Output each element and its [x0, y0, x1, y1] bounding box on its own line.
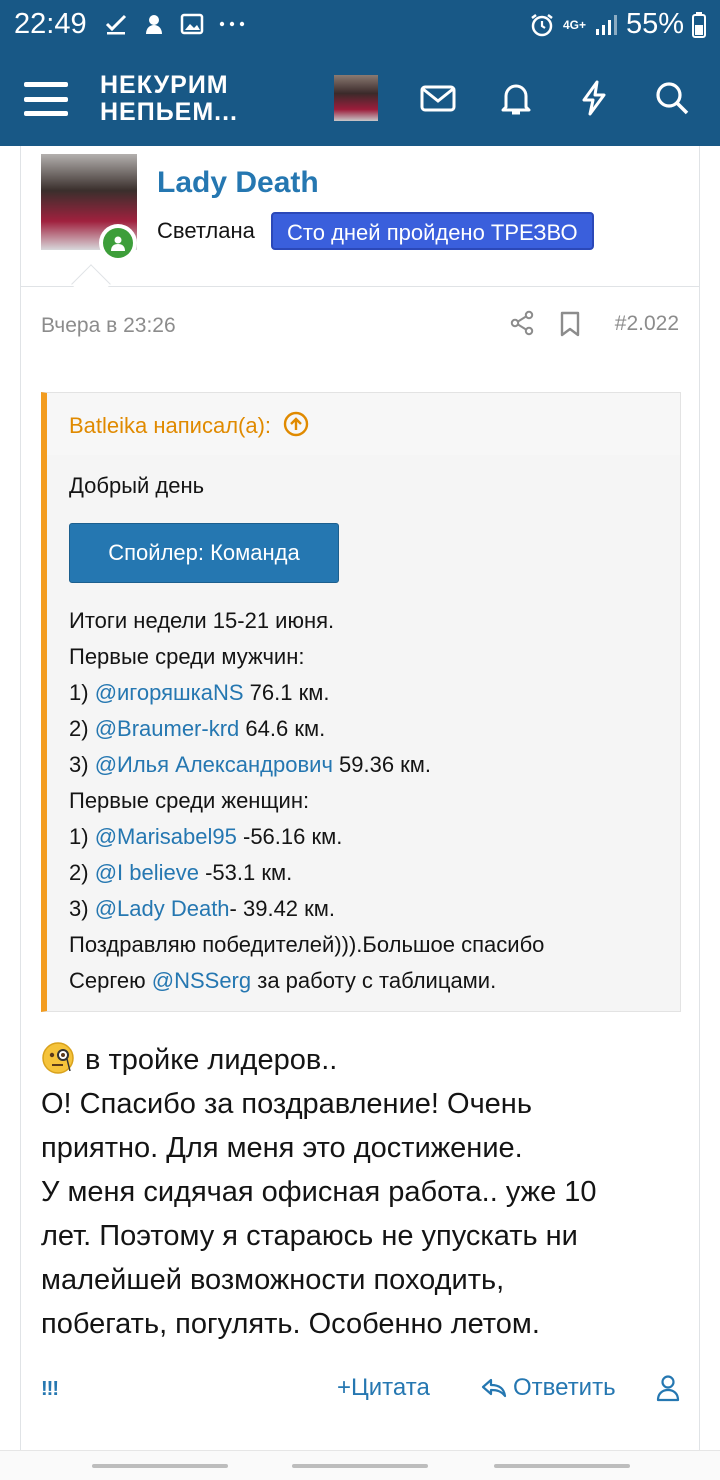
signal-icon — [595, 14, 617, 35]
system-nav-bar — [0, 1450, 720, 1480]
quote-line: Первые среди мужчин: — [69, 644, 305, 669]
alarm-icon — [531, 13, 553, 36]
status-time: 22:49 — [14, 8, 87, 40]
quote-line: 1) @Marisabel95 -56.16 км. — [69, 824, 343, 849]
check-icon — [105, 14, 127, 35]
author-username[interactable]: Lady Death — [157, 166, 319, 200]
react-button[interactable]: !!! — [41, 1378, 59, 1401]
quote-block: Batleika написал(а): Добрый день Спойлер… — [41, 392, 681, 1012]
mention-link[interactable]: @Илья Александрович — [95, 752, 333, 777]
mention-link[interactable]: @Braumer-krd — [95, 716, 240, 741]
author-title: Светлана — [157, 218, 255, 243]
body-line: приятно. Для меня это достижение. — [41, 1132, 523, 1164]
share-icon[interactable] — [509, 310, 535, 336]
body-line: лет. Поэтому я стараюсь не упускать ни — [41, 1220, 578, 1252]
nav-recents[interactable] — [92, 1464, 228, 1468]
post-card: Lady Death Светлана Сто дней пройдено ТР… — [20, 146, 700, 1450]
quote-line: 2) @I believe -53.1 км. — [69, 860, 293, 885]
account-avatar[interactable] — [334, 75, 378, 121]
bookmark-icon[interactable] — [557, 310, 583, 338]
body-line: побегать, погулять. Особенно летом. — [41, 1308, 540, 1340]
body-line: в тройке лидеров.. — [41, 1038, 597, 1082]
monocle-face-icon — [42, 1042, 74, 1074]
quote-button[interactable]: +Цитата — [337, 1374, 430, 1402]
status-notification-icons — [104, 12, 246, 36]
logo-line-2: НЕПЬЕМ... — [100, 98, 239, 126]
post-number[interactable]: #2.022 — [615, 312, 679, 336]
quote-line: Итоги недели 15-21 июня. — [69, 608, 335, 633]
more-icon — [219, 21, 245, 27]
nav-home[interactable] — [292, 1464, 428, 1468]
mention-link[interactable]: @NSSerg — [152, 968, 251, 993]
quote-line: 3) @Lady Death- 39.42 км. — [69, 896, 336, 921]
quote-line: 3) @Илья Александрович 59.36 км. — [69, 752, 432, 777]
menu-icon[interactable] — [24, 82, 68, 116]
quote-author[interactable]: Batleika написал(а): — [69, 411, 309, 439]
reply-button[interactable]: Ответить — [481, 1374, 616, 1402]
quote-line: Первые среди женщин: — [69, 788, 310, 813]
battery-icon — [692, 11, 706, 38]
arrow-up-circle-icon[interactable] — [283, 411, 309, 437]
user-icon[interactable] — [655, 1374, 681, 1402]
quote-line: Поздравляю победителей))).Большое спасиб… — [69, 932, 545, 957]
quote-header: Batleika написал(а): — [47, 393, 680, 455]
quote-greeting: Добрый день — [69, 473, 205, 498]
body-line: У меня сидячая офисная работа.. уже 10 — [41, 1176, 597, 1208]
app-header: НЕКУРИМ НЕПЬЕМ... — [0, 52, 720, 146]
quote-text: Итоги недели 15-21 июня. Первые среди му… — [69, 603, 544, 999]
mention-link[interactable]: @Marisabel95 — [95, 824, 237, 849]
network-type: 4G+ — [562, 17, 586, 32]
body-line: малейшей возможности походить, — [41, 1264, 505, 1296]
search-icon[interactable] — [652, 78, 692, 118]
quote-line: 1) @игоряшкаNS 76.1 км. — [69, 680, 330, 705]
nav-back[interactable] — [494, 1464, 630, 1468]
online-status-icon — [99, 224, 137, 262]
author-arrow — [71, 264, 111, 304]
bell-icon[interactable] — [496, 78, 536, 118]
image-icon — [180, 13, 204, 35]
post-date[interactable]: Вчера в 23:26 — [41, 314, 176, 338]
app-icon — [146, 15, 162, 34]
mail-icon[interactable] — [418, 78, 458, 118]
mention-link[interactable]: @игоряшкаNS — [95, 680, 244, 705]
bolt-icon[interactable] — [574, 78, 614, 118]
logo-line-1: НЕКУРИМ — [100, 71, 229, 99]
quote-line: 2) @Braumer-krd 64.6 км. — [69, 716, 326, 741]
reply-icon — [481, 1378, 507, 1398]
battery-percent: 55% — [625, 8, 684, 40]
user-banner: Сто дней пройдено ТРЕЗВО — [271, 212, 594, 250]
spoiler-button[interactable]: Спойлер: Команда — [69, 523, 339, 583]
body-line: О! Спасибо за поздравление! Очень — [41, 1088, 532, 1120]
status-right: 4G+ 55% — [529, 8, 706, 41]
site-logo[interactable]: НЕКУРИМ НЕПЬЕМ... — [100, 72, 238, 126]
plus-icon: + — [337, 1374, 352, 1401]
post-body: в тройке лидеров.. О! Спасибо за поздрав… — [41, 1038, 597, 1346]
mention-link[interactable]: @Lady Death — [95, 896, 230, 921]
status-bar: 22:49 4G+ 55% — [0, 0, 720, 52]
mention-link[interactable]: @I believe — [95, 860, 199, 885]
post-divider — [21, 286, 699, 287]
quote-line: Сергею @NSSerg за работу с таблицами. — [69, 968, 497, 993]
